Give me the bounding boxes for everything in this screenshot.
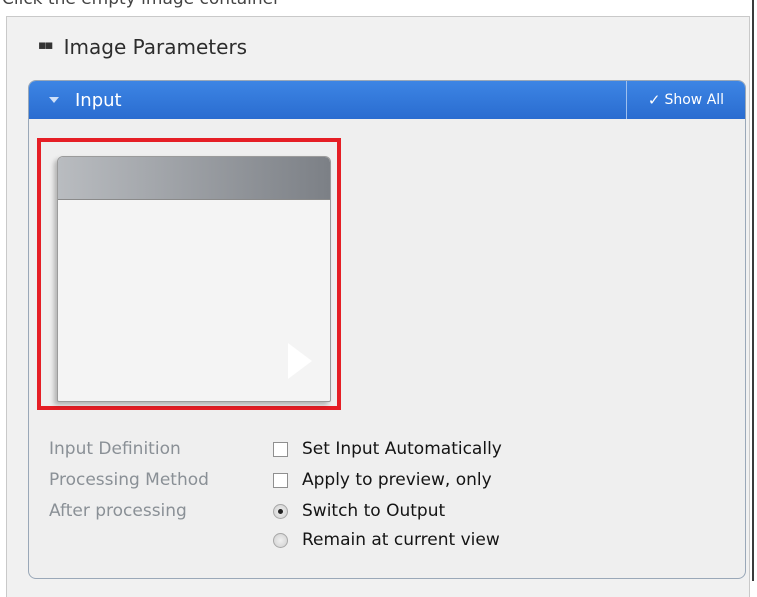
input-definition-row: Input Definition Set Input Automatically	[49, 437, 709, 465]
switch-to-output-label: Switch to Output	[302, 501, 446, 521]
processing-method-label: Processing Method	[49, 470, 209, 490]
radio-selected-icon[interactable]	[273, 503, 288, 519]
input-group-header[interactable]: Input ✓ Show All	[29, 81, 745, 119]
after-processing-row: After processing Switch to Output	[49, 499, 709, 527]
apply-to-preview-checkbox[interactable]: Apply to preview, only	[273, 470, 492, 490]
collapse-triangle-icon[interactable]	[49, 97, 59, 103]
checkbox-icon[interactable]	[273, 441, 288, 457]
image-parameters-header[interactable]: ▪▪ Image Parameters	[38, 30, 247, 64]
highlight-box	[37, 138, 341, 410]
input-group-toggle[interactable]: Input	[49, 81, 122, 119]
image-container-titlebar	[58, 157, 330, 200]
show-all-button[interactable]: ✓ Show All	[626, 81, 745, 119]
image-parameters-title: Image Parameters	[63, 35, 248, 59]
input-group: Input ✓ Show All Input Definition Set In…	[28, 80, 746, 579]
set-input-automatically-label: Set Input Automatically	[302, 439, 502, 459]
apply-to-preview-label: Apply to preview, only	[302, 470, 492, 490]
remain-at-current-view-label: Remain at current view	[302, 530, 500, 550]
input-group-title: Input	[75, 89, 122, 111]
after-processing-row-2: Remain at current view	[49, 528, 709, 556]
show-all-label: Show All	[664, 92, 725, 108]
set-input-automatically-checkbox[interactable]: Set Input Automatically	[273, 439, 502, 459]
radio-unselected-icon[interactable]	[273, 532, 288, 548]
switch-to-output-radio[interactable]: Switch to Output	[273, 501, 445, 521]
remain-at-current-view-radio[interactable]: Remain at current view	[273, 530, 500, 550]
empty-image-container[interactable]	[57, 156, 331, 402]
input-definition-label: Input Definition	[49, 439, 181, 459]
play-icon[interactable]	[288, 343, 312, 379]
cropped-caption-text: Click the empty image container	[2, 0, 280, 9]
window-edge	[752, 0, 754, 581]
processing-method-row: Processing Method Apply to preview, only	[49, 468, 709, 496]
checkbox-icon[interactable]	[273, 472, 288, 488]
grip-dots-icon[interactable]: ▪▪	[38, 38, 54, 53]
after-processing-label: After processing	[49, 501, 187, 521]
cropped-caption: Click the empty image container	[0, 0, 757, 14]
checkmark-icon: ✓	[647, 91, 661, 109]
